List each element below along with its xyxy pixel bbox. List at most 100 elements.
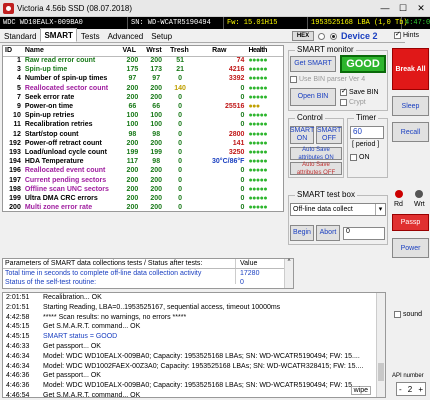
log-scrollbar[interactable]	[376, 293, 385, 397]
log-time: 4:46:36	[6, 372, 30, 380]
radio-option-2[interactable]	[330, 32, 337, 40]
params-scrollbar[interactable]: ^	[284, 259, 293, 288]
col-id[interactable]: ID	[3, 46, 23, 57]
chevron-down-icon[interactable]: ▾	[375, 204, 385, 215]
drive-capacity: 1953525168 LBA (1,0 Tb)	[308, 17, 408, 29]
radio-option-1[interactable]	[318, 32, 325, 40]
table-row[interactable]: 3 Spin-up time 175 173 21 4216 ●●●●●	[3, 65, 283, 74]
sleep-button[interactable]: Sleep	[392, 96, 429, 116]
col-health[interactable]: Health	[246, 46, 283, 57]
table-row[interactable]: 7 Seek error rate 200 200 0 0 ●●●●●	[3, 93, 283, 102]
use-bin-parser-row[interactable]: Use BIN parser Ver 4	[290, 76, 365, 83]
scroll-up-icon[interactable]: ^	[285, 259, 293, 265]
table-row[interactable]: 9 Power-on time 66 66 0 25516 ●●●	[3, 102, 283, 111]
cell-wrst: 173	[150, 66, 163, 74]
cell-name: Power-off retract count	[24, 139, 102, 147]
table-row[interactable]: 196 Reallocated event count 200 200 0 0 ●●●●●	[3, 166, 283, 175]
cell-val: 200	[126, 139, 139, 147]
test-progress-field[interactable]: 0	[343, 227, 385, 240]
table-row[interactable]: 11 Recalibration retries 100 100 0 0 ●●●●●	[3, 120, 283, 129]
table-row[interactable]: 194 HDA Temperature 117 98 0 30°C/86°F ●●●●●	[3, 157, 283, 166]
cell-id: 10	[13, 112, 21, 120]
table-row[interactable]: 5 Reallocated sector count 200 200 140 0 ●●●●●	[3, 84, 283, 93]
test-type-select[interactable]: Off-line data collect ▾	[290, 203, 386, 216]
timer-on-label: ON	[359, 154, 370, 161]
table-row[interactable]: 12 Start/stop count 98 98 0 2800 ●●●●●	[3, 130, 283, 139]
col-wrst[interactable]: Wrst	[144, 46, 169, 57]
hints-checkbox[interactable]	[394, 30, 401, 39]
cell-tresh: 0	[178, 158, 183, 166]
cell-id: 193	[9, 148, 21, 156]
log-scroll-thumb[interactable]	[378, 363, 384, 381]
table-row[interactable]: 197 Current pending sectors 200 200 0 0 ●●●●●	[3, 175, 283, 184]
recall-button[interactable]: Recall	[392, 122, 429, 142]
log-line: 2:01:51 Starting Reading, LBA=0..19535251…	[3, 303, 385, 313]
params-row[interactable]: Total time in seconds to complete off-li…	[3, 269, 293, 278]
table-row[interactable]: 1 Raw read error count 200 200 51 74 ●●●●●	[3, 56, 283, 65]
begin-button[interactable]: Begin	[290, 225, 314, 241]
api-number-spinner[interactable]: - 2 +	[396, 382, 426, 396]
cell-health: ●●●●●	[248, 66, 268, 74]
cell-val: 117	[126, 158, 139, 166]
cell-name: Reallocated sector count	[24, 84, 109, 92]
save-bin-row[interactable]: Save BIN	[340, 87, 379, 96]
log-message: Model: WDC WD10EALX-009BA0; Capacity: 19…	[43, 352, 360, 360]
col-tresh[interactable]: Tresh	[168, 46, 193, 57]
col-name[interactable]: Name	[22, 46, 121, 57]
power-button[interactable]: Power	[392, 238, 429, 258]
open-bin-button[interactable]: Open BIN	[290, 88, 336, 106]
log-time: 4:46:54	[6, 391, 30, 398]
tab-standard[interactable]: Standard	[0, 30, 40, 42]
smart-off-button[interactable]: SMART OFF	[316, 126, 342, 144]
timer-on-row[interactable]: ON	[350, 154, 370, 161]
tab-smart[interactable]: SMART	[40, 28, 77, 42]
cell-wrst: 200	[150, 185, 163, 193]
event-log: 2:01:51 Recalibration... OK 2:01:51 Startin…	[2, 292, 386, 398]
crypt-checkbox[interactable]	[340, 99, 347, 106]
break-all-button[interactable]: Break All	[392, 48, 429, 90]
wipe-label[interactable]: wipe	[350, 386, 371, 395]
auto-save-on-button[interactable]: Auto Save attributes ON	[290, 147, 342, 161]
save-bin-checkbox[interactable]	[340, 87, 347, 96]
cell-val: 175	[126, 66, 139, 74]
api-decrement-icon[interactable]: -	[399, 385, 402, 394]
close-button[interactable]: ✕	[412, 0, 430, 16]
sound-checkbox[interactable]	[394, 311, 401, 318]
smart-attributes-table: ID Name VAL Wrst Tresh Raw Health 1 Raw r…	[2, 45, 284, 212]
table-row[interactable]: 200 Multi zone error rate 200 200 0 0 ●●●●●	[3, 203, 283, 211]
tab-tests[interactable]: Tests	[77, 30, 104, 42]
maximize-button[interactable]: ☐	[394, 0, 412, 16]
passp-button[interactable]: Passp	[392, 214, 429, 231]
tab-advanced[interactable]: Advanced	[104, 30, 148, 42]
table-row[interactable]: 10 Spin-up retries 100 100 0 0 ●●●●●	[3, 111, 283, 120]
table-row[interactable]: 199 Ultra DMA CRC errors 200 200 0 0 ●●●●●	[3, 194, 283, 203]
minimize-button[interactable]: —	[376, 0, 394, 16]
sound-row[interactable]: sound	[394, 311, 422, 318]
col-val[interactable]: VAL	[120, 46, 145, 57]
hex-button[interactable]: HEX	[292, 31, 314, 41]
api-increment-icon[interactable]: +	[418, 385, 423, 394]
smart-on-button[interactable]: SMART ON	[290, 126, 314, 144]
hints-checkbox-row[interactable]: Hints	[394, 30, 419, 39]
crypt-row[interactable]: Crypt	[340, 99, 366, 106]
params-row[interactable]: Status of the self-test routine: 0	[3, 278, 293, 284]
log-message: Get S.M.A.R.T. command... OK	[43, 323, 141, 331]
cell-raw: 0	[240, 185, 245, 193]
log-time: 4:46:33	[6, 342, 30, 350]
table-row[interactable]: 198 Offline scan UNC sectors 200 200 0 0 ●●●●●	[3, 185, 283, 194]
table-row[interactable]: 192 Power-off retract count 200 200 0 141 ●●●●…	[3, 139, 283, 148]
cell-raw: 141	[232, 139, 245, 147]
table-row[interactable]: 4 Number of spin-up times 97 97 0 3392 ●●●●●	[3, 74, 283, 83]
tab-setup[interactable]: Setup	[147, 30, 176, 42]
abort-button[interactable]: Abort	[316, 225, 340, 241]
timer-on-checkbox[interactable]	[350, 154, 357, 161]
cell-val: 199	[126, 148, 139, 156]
cell-wrst: 98	[152, 158, 161, 166]
use-bin-parser-checkbox[interactable]	[290, 76, 297, 83]
auto-save-off-button[interactable]: Auto Save attributes OFF	[290, 162, 342, 176]
table-row[interactable]: 193 Load/unload cycle count 199 199 0 3250 ●●●…	[3, 148, 283, 157]
timer-period-input[interactable]: 60	[350, 126, 384, 139]
get-smart-button[interactable]: Get SMART	[290, 56, 336, 72]
col-raw[interactable]: Raw	[192, 46, 247, 57]
cell-health: ●●●●●	[248, 57, 268, 65]
